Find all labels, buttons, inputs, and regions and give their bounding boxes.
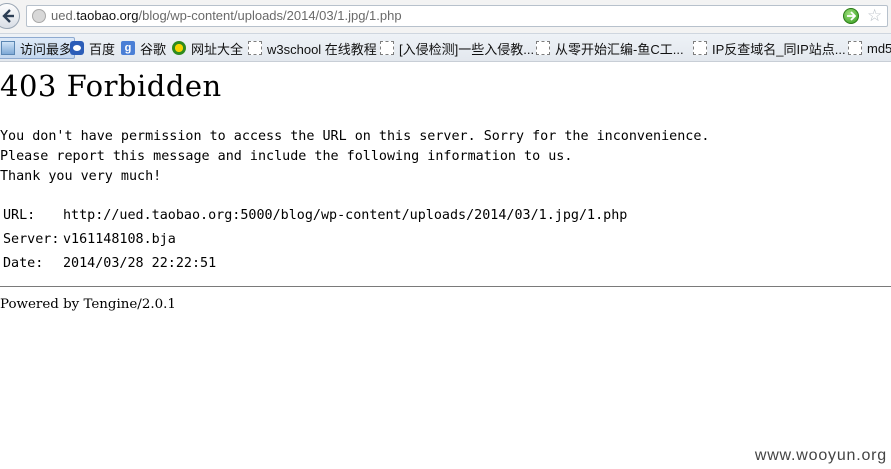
back-arrow-icon (2, 9, 14, 23)
bookmark-label: 网址大全 (191, 41, 244, 57)
message-line-1: You don't have permission to access the … (0, 129, 710, 144)
info-date-value: 2014/03/28 22:22:51 (63, 256, 217, 271)
page-title: 403 Forbidden (0, 69, 222, 103)
powered-by: Powered by Tengine/2.0.1 (0, 297, 176, 312)
page-content: 403 Forbidden You don't have permission … (0, 62, 891, 469)
message-line-3: Thank you very much! (0, 169, 162, 184)
bookmark-asm[interactable]: 从零开始汇编-鱼C工... (536, 39, 684, 57)
url-text: ued.taobao.org/blog/wp-content/uploads/2… (51, 8, 402, 23)
bookmark-w3school[interactable]: w3school 在线教程 (248, 39, 377, 57)
bookmark-label: w3school 在线教程 (267, 41, 377, 57)
nav-globe-icon (172, 41, 186, 55)
page-icon (380, 41, 394, 55)
address-bar: ued.taobao.org/blog/wp-content/uploads/2… (0, 0, 891, 34)
bookmark-label: IP反查域名_同IP站点... (712, 41, 846, 57)
bookmark-google[interactable]: g 谷歌 (121, 39, 166, 57)
info-url-value: http://ued.taobao.org:5000/blog/wp-conte… (63, 208, 628, 223)
url-input[interactable]: ued.taobao.org/blog/wp-content/uploads/2… (26, 5, 888, 27)
message-line-2: Please report this message and include t… (0, 149, 573, 164)
bookmarks-bar: 访问最多 百度 g 谷歌 网址大全 w3school 在线教程 [入侵检测]一些入… (0, 34, 891, 62)
url-prefix: ued. (51, 8, 77, 23)
page-icon (248, 41, 262, 55)
info-date-label: Date: (3, 256, 44, 271)
baidu-paw-icon (70, 41, 84, 55)
bookmark-hao123[interactable]: 网址大全 (172, 39, 243, 57)
info-url-label: URL: (3, 208, 36, 223)
go-arrow-icon[interactable] (843, 8, 859, 24)
bookmark-label: 从零开始汇编-鱼C工... (555, 41, 684, 57)
url-path: /blog/wp-content/uploads/2014/03/1.jpg/1… (138, 8, 402, 23)
url-domain: taobao.org (76, 8, 139, 23)
star-icon[interactable]: ☆ (867, 6, 882, 26)
bookmark-label: 访问最多 (20, 41, 73, 57)
watermark: www.wooyun.org (754, 447, 887, 464)
info-server-value: v161148108.bja (63, 232, 176, 247)
bookmark-intrusion[interactable]: [入侵检测]一些入侵教... (380, 39, 534, 57)
page-icon (693, 41, 707, 55)
bookmark-ip-lookup[interactable]: IP反查域名_同IP站点... (693, 39, 846, 57)
bookmark-label: 百度 (89, 41, 116, 57)
google-g-icon: g (121, 41, 135, 55)
bookmark-label: [入侵检测]一些入侵教... (399, 41, 535, 57)
site-globe-icon (32, 9, 46, 23)
bookmark-baidu[interactable]: 百度 (70, 39, 115, 57)
info-server-label: Server: (3, 232, 60, 247)
bookmark-md5[interactable]: md5 (848, 39, 891, 57)
folder-icon (1, 41, 15, 55)
bookmark-label: md5 (867, 40, 891, 56)
page-icon (848, 41, 862, 55)
bookmark-label: 谷歌 (140, 41, 167, 57)
divider (0, 286, 891, 287)
bookmark-most-visited[interactable]: 访问最多 (0, 37, 76, 59)
back-button[interactable] (0, 3, 20, 29)
page-icon (536, 41, 550, 55)
